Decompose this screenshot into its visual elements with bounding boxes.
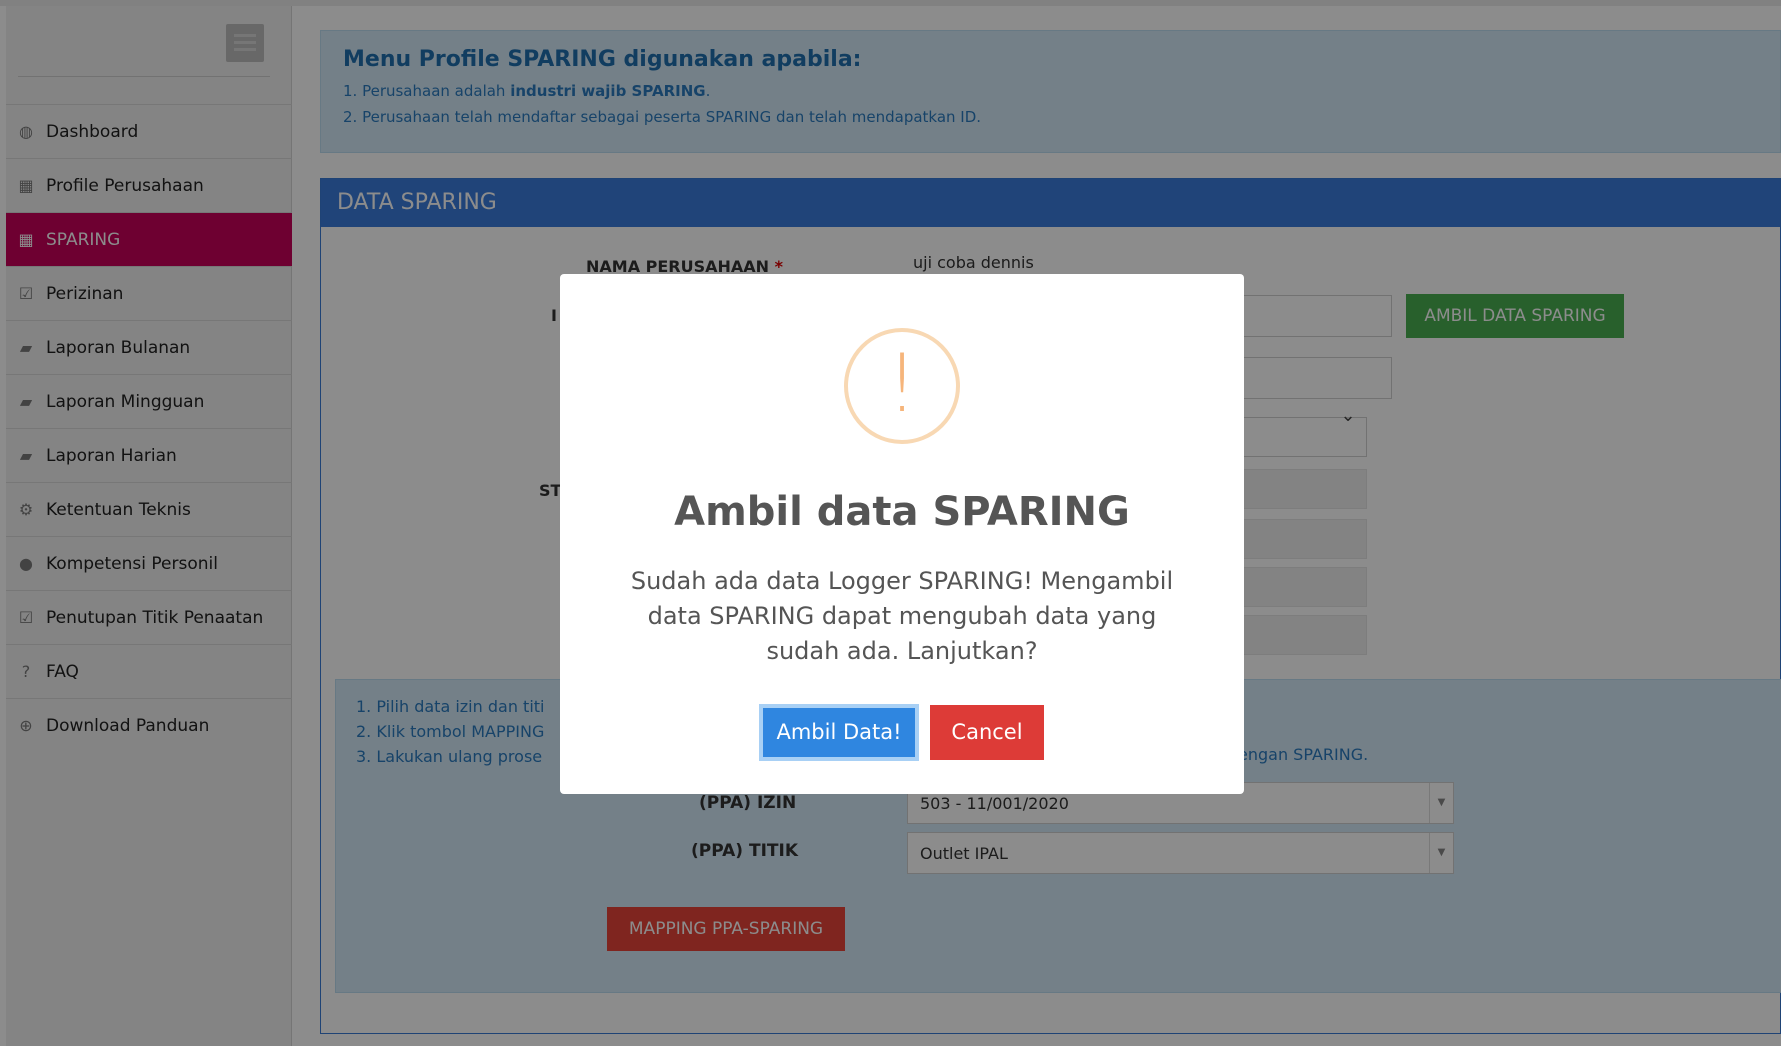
ambil-data-confirm-button[interactable]: Ambil Data!	[759, 704, 919, 761]
screen: ◍ Dashboard ▦ Profile Perusahaan ▦ SPARING …	[0, 0, 1781, 1046]
warning-icon: !	[844, 328, 960, 444]
cancel-button[interactable]: Cancel	[930, 705, 1044, 760]
dialog-message: Sudah ada data Logger SPARING! Mengambil…	[630, 567, 1174, 665]
dialog-title: Ambil data SPARING	[674, 489, 1130, 535]
confirm-dialog: ! Ambil data SPARING Sudah ada data Logg…	[560, 274, 1244, 794]
